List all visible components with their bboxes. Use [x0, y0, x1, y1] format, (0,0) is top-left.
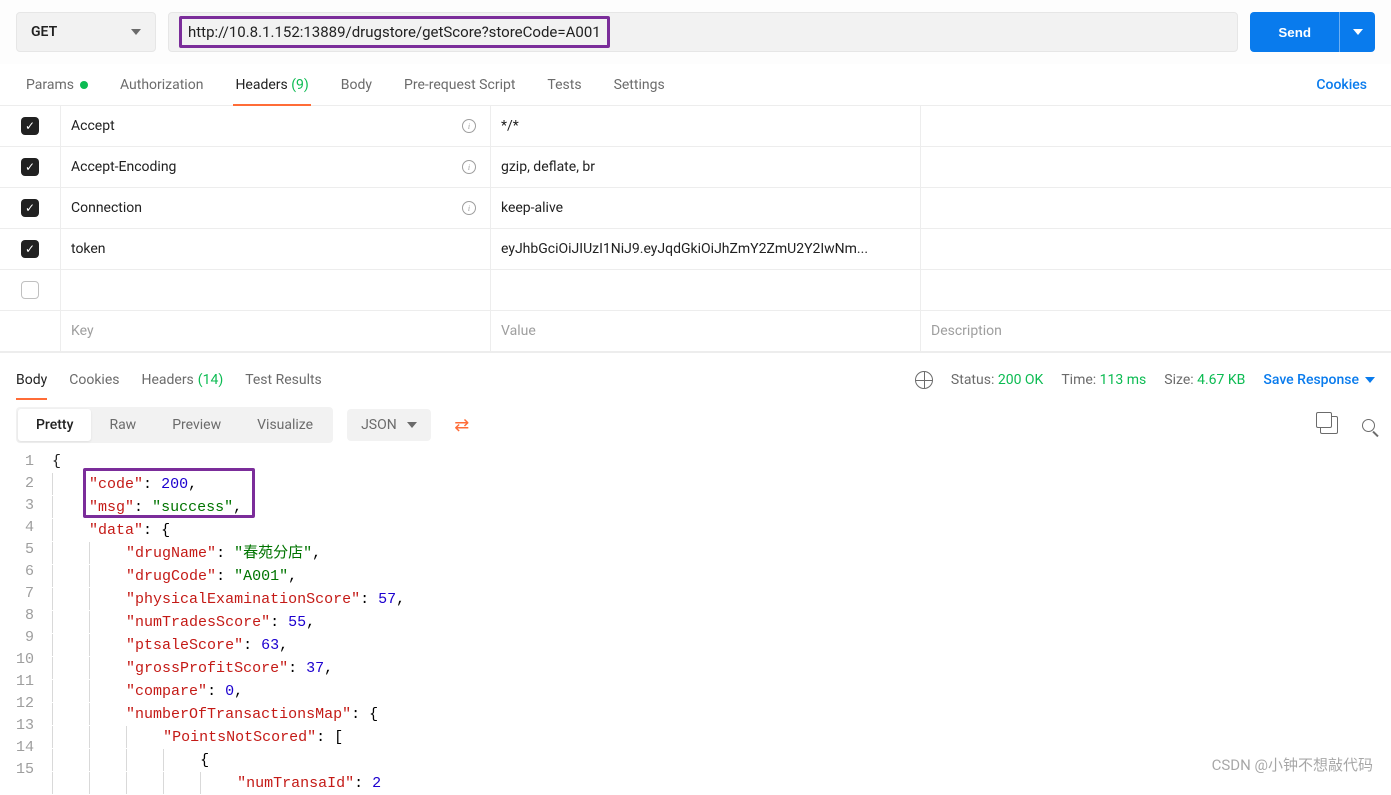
tab-body[interactable]: Body	[339, 64, 374, 105]
resp-tab-headers[interactable]: Headers (14)	[141, 365, 223, 395]
code-line: "drugName": "春苑分店",	[52, 542, 405, 565]
header-value[interactable]: gzip, deflate, br	[490, 147, 920, 187]
checkbox[interactable]	[21, 158, 39, 176]
info-icon[interactable]: i	[462, 160, 476, 174]
code-line: "compare": 0,	[52, 680, 405, 703]
header-row[interactable]: Accepti*/*	[0, 106, 1391, 147]
header-key[interactable]: Accept-Encodingi	[60, 147, 490, 187]
checkbox[interactable]	[21, 199, 39, 217]
header-row[interactable]: tokeneyJhbGciOiJIUzI1NiJ9.eyJqdGkiOiJhZm…	[0, 229, 1391, 270]
url-input[interactable]: http://10.8.1.152:13889/drugstore/getSco…	[168, 12, 1238, 52]
send-button[interactable]: Send	[1250, 12, 1339, 52]
code-line: {	[52, 451, 405, 473]
code-line: "numTransaId": 2	[52, 772, 405, 795]
headers-table: Accepti*/*Accept-Encodingigzip, deflate,…	[0, 106, 1391, 352]
header-key[interactable]: Connectioni	[60, 188, 490, 228]
checkbox[interactable]	[21, 117, 39, 135]
header-key[interactable]: Accepti	[60, 106, 490, 146]
status-block: Status: 200 OK	[951, 372, 1043, 388]
description-placeholder[interactable]: Description	[920, 311, 1391, 351]
params-modified-dot	[80, 81, 88, 89]
header-row-placeholder[interactable]: Key Value Description	[0, 311, 1391, 352]
header-description[interactable]	[920, 147, 1391, 187]
time-block: Time: 113 ms	[1061, 372, 1146, 388]
tab-prerequest[interactable]: Pre-request Script	[402, 64, 517, 105]
code-line: "drugCode": "A001",	[52, 565, 405, 588]
value-placeholder[interactable]: Value	[490, 311, 920, 351]
http-method-label: GET	[31, 24, 57, 40]
header-description[interactable]	[920, 106, 1391, 146]
tab-params[interactable]: Params	[24, 64, 90, 105]
code-line: "numTradesScore": 55,	[52, 611, 405, 634]
wrap-lines-icon[interactable]: ⇄	[445, 408, 479, 442]
info-icon[interactable]: i	[462, 201, 476, 215]
checkbox[interactable]	[21, 240, 39, 258]
tab-authorization[interactable]: Authorization	[118, 64, 205, 105]
save-response-dropdown[interactable]: Save Response	[1263, 372, 1375, 388]
view-visualize[interactable]: Visualize	[239, 409, 331, 441]
header-row[interactable]: Connectionikeep-alive	[0, 188, 1391, 229]
response-body[interactable]: 123456789101112131415 { "code": 200, "ms…	[0, 451, 1391, 795]
search-icon[interactable]	[1362, 419, 1375, 432]
chevron-down-icon	[1353, 29, 1363, 35]
header-value[interactable]: */*	[490, 106, 920, 146]
code-line: "ptsaleScore": 63,	[52, 634, 405, 657]
info-icon[interactable]: i	[462, 119, 476, 133]
key-placeholder[interactable]: Key	[60, 311, 490, 351]
code-line: "physicalExaminationScore": 57,	[52, 588, 405, 611]
resp-tab-test-results[interactable]: Test Results	[245, 365, 322, 395]
code-line: "data": {	[52, 519, 405, 542]
header-description[interactable]	[920, 229, 1391, 269]
globe-icon[interactable]	[915, 371, 933, 389]
url-text: http://10.8.1.152:13889/drugstore/getSco…	[179, 16, 610, 48]
code-line: "msg": "success",	[52, 496, 405, 519]
chevron-down-icon	[407, 422, 417, 428]
size-block: Size: 4.67 KB	[1164, 372, 1245, 388]
http-method-select[interactable]: GET	[16, 12, 156, 52]
view-pretty[interactable]: Pretty	[18, 409, 91, 441]
cookies-link[interactable]: Cookies	[1316, 77, 1367, 93]
resp-tab-cookies[interactable]: Cookies	[69, 365, 119, 395]
copy-icon[interactable]	[1320, 416, 1338, 434]
tab-tests[interactable]: Tests	[545, 64, 583, 105]
code-line: "code": 200,	[52, 473, 405, 496]
chevron-down-icon	[131, 29, 141, 35]
code-line: "numberOfTransactionsMap": {	[52, 703, 405, 726]
code-line: {	[52, 749, 405, 772]
resp-tab-body[interactable]: Body	[16, 365, 47, 395]
header-key[interactable]: token	[60, 229, 490, 269]
chevron-down-icon	[1365, 377, 1375, 383]
header-row[interactable]: Accept-Encodingigzip, deflate, br	[0, 147, 1391, 188]
checkbox-empty[interactable]	[21, 281, 39, 299]
header-value[interactable]: eyJhbGciOiJIUzI1NiJ9.eyJqdGkiOiJhZmY2ZmU…	[490, 229, 920, 269]
header-row-empty[interactable]	[0, 270, 1391, 311]
tab-headers[interactable]: Headers (9)	[233, 64, 310, 105]
watermark: CSDN @小钟不想敲代码	[1212, 754, 1373, 775]
view-raw[interactable]: Raw	[91, 409, 154, 441]
code-line: "grossProfitScore": 37,	[52, 657, 405, 680]
send-dropdown[interactable]	[1339, 12, 1375, 52]
code-line: "PointsNotScored": [	[52, 726, 405, 749]
view-preview[interactable]: Preview	[154, 409, 239, 441]
tab-settings[interactable]: Settings	[612, 64, 667, 105]
view-segment: Pretty Raw Preview Visualize	[16, 407, 333, 443]
header-value[interactable]: keep-alive	[490, 188, 920, 228]
format-select[interactable]: JSON	[347, 409, 431, 441]
header-description[interactable]	[920, 188, 1391, 228]
